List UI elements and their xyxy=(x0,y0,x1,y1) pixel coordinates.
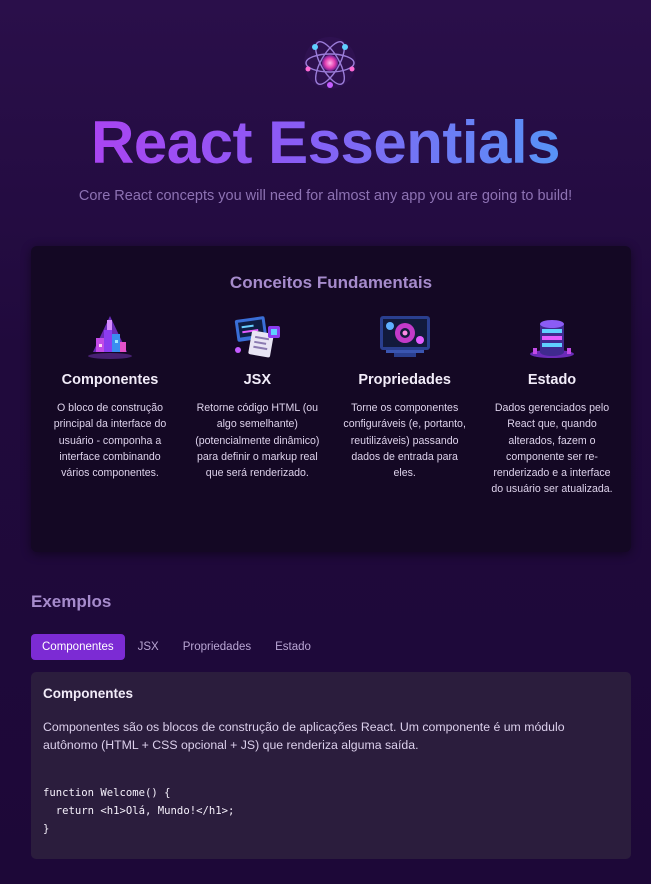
components-icon xyxy=(88,316,132,359)
tab-props[interactable]: Propriedades xyxy=(172,634,262,660)
concept-title: JSX xyxy=(243,372,272,388)
atom-logo-icon xyxy=(304,37,356,89)
concept-card-jsx: JSX Retorne código HTML (ou algo semelha… xyxy=(192,312,322,498)
tab-jsx[interactable]: JSX xyxy=(127,634,170,660)
concept-title: Estado xyxy=(527,372,577,388)
concept-description: Retorne código HTML (ou algo semelhante)… xyxy=(195,402,320,480)
concept-card-props: Propriedades Torne os componentes config… xyxy=(340,312,470,498)
concept-description: Torne os componentes configuráveis (e, p… xyxy=(343,402,466,480)
concept-title: Componentes xyxy=(61,372,159,388)
tab-content-panel: Componentes Componentes são os blocos de… xyxy=(31,672,631,859)
tab-content-title: Componentes xyxy=(43,686,134,701)
core-concepts-title: Conceitos Fundamentais xyxy=(229,273,433,292)
examples-title: Exemplos xyxy=(31,592,112,611)
code-text: function Welcome() { return <h1>Olá, Mun… xyxy=(43,787,235,835)
props-icon xyxy=(379,316,430,357)
tab-content-description: Componentes são os blocos de construção … xyxy=(43,720,565,752)
page-title: React Essentials xyxy=(0,108,651,178)
state-icon xyxy=(529,320,574,358)
tab-components[interactable]: Componentes xyxy=(31,634,125,660)
tab-state[interactable]: Estado xyxy=(264,634,322,660)
concept-title: Propriedades xyxy=(358,372,451,388)
concept-card-state: Estado Dados gerenciados pelo React que,… xyxy=(487,312,617,498)
jsx-icon xyxy=(235,316,281,358)
examples-tabs: Componentes JSX Propriedades Estado xyxy=(31,634,322,660)
concept-card-components: Componentes O bloco de construção princi… xyxy=(45,312,175,498)
core-concepts-list: Componentes O bloco de construção princi… xyxy=(45,312,617,498)
code-example: function Welcome() { return <h1>Olá, Mun… xyxy=(43,784,234,838)
concept-description: Dados gerenciados pelo React que, quando… xyxy=(491,402,613,496)
concept-description: O bloco de construção principal da inter… xyxy=(53,402,167,480)
core-concepts-section: Conceitos Fundamentais Componentes O blo… xyxy=(31,246,631,552)
page-tagline: Core React concepts you will need for al… xyxy=(78,188,573,204)
